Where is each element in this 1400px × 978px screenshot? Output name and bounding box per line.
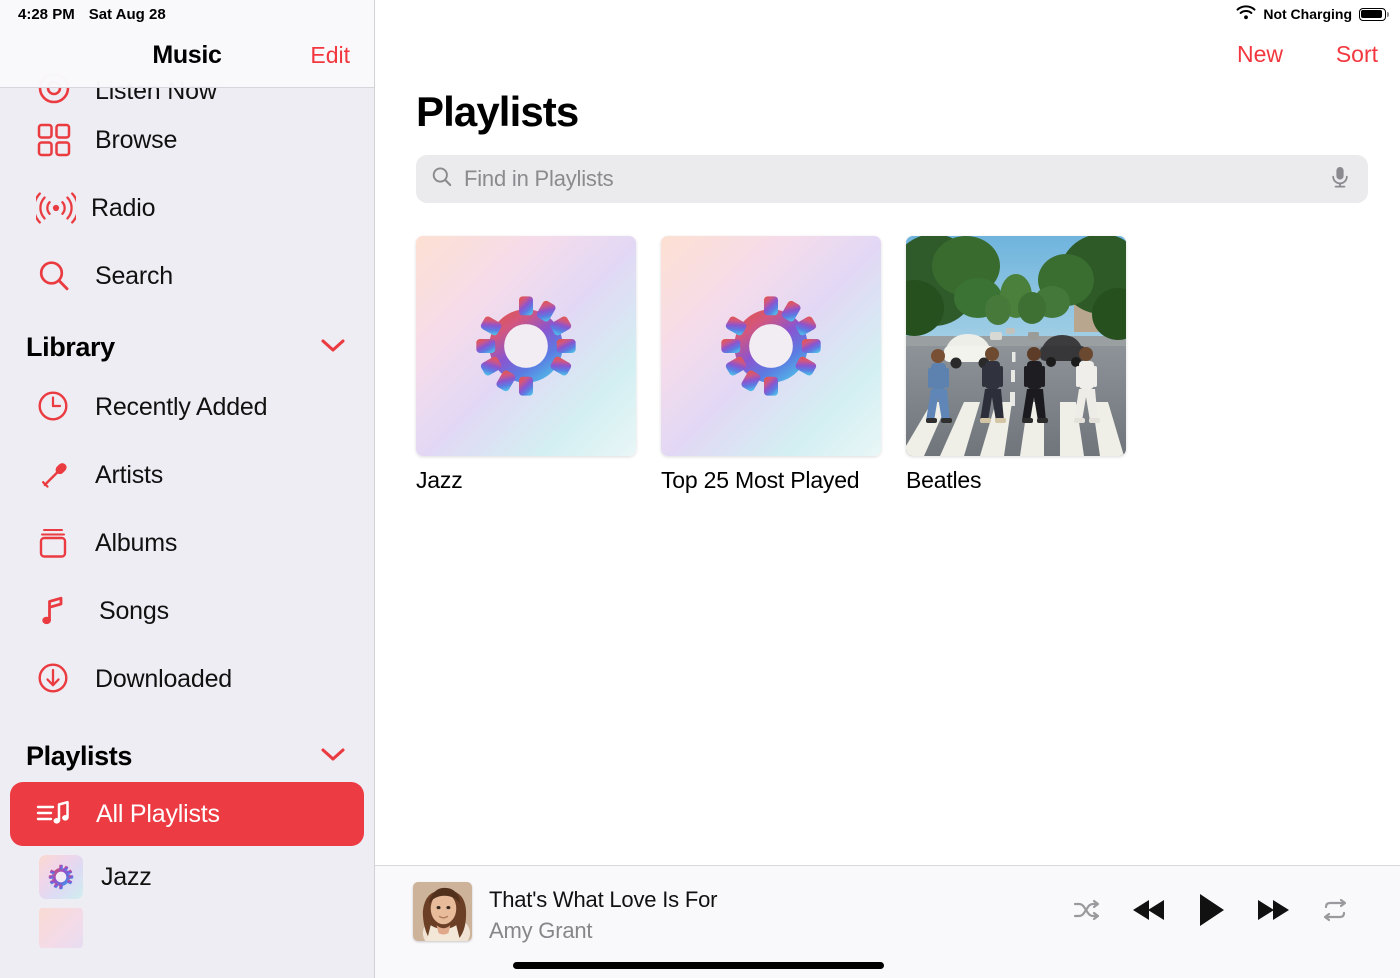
- section-title: Library: [26, 332, 115, 362]
- music-note-icon: [36, 593, 86, 629]
- sidebar-item-search[interactable]: Search: [10, 242, 364, 310]
- sidebar-item-label: Recently Added: [95, 392, 268, 421]
- search-placeholder: Find in Playlists: [464, 166, 614, 191]
- sidebar-item-recently-added[interactable]: Recently Added: [10, 373, 364, 441]
- now-playing-title: That's What Love Is For: [489, 887, 718, 912]
- rewind-icon: [1131, 897, 1167, 928]
- sidebar-item-label: Browse: [95, 125, 178, 154]
- play-button[interactable]: [1180, 886, 1242, 938]
- fast-forward-icon: [1255, 897, 1291, 928]
- playlist-note-icon: [36, 799, 86, 829]
- repeat-icon: [1321, 898, 1349, 927]
- home-indicator[interactable]: [513, 962, 884, 969]
- sidebar-section-playlists[interactable]: Playlists: [0, 713, 374, 782]
- search-input[interactable]: Find in Playlists: [416, 155, 1368, 203]
- sidebar-item-radio[interactable]: Radio: [10, 174, 364, 242]
- abbey-road-album-artwork[interactable]: [906, 236, 1126, 456]
- sidebar-item-label: Downloaded: [95, 664, 232, 693]
- sidebar-item-label: Radio: [91, 193, 156, 222]
- search-magnifier-icon: [36, 258, 86, 294]
- playback-controls: [1056, 886, 1366, 938]
- sidebar-item-label: Artists: [95, 460, 164, 489]
- microphone-icon[interactable]: [1324, 164, 1356, 195]
- playlist-name: Jazz: [416, 467, 463, 493]
- previous-button[interactable]: [1118, 886, 1180, 938]
- content-page-title: Playlists: [416, 88, 579, 135]
- playlist-card-beatles[interactable]: Beatles: [906, 236, 1126, 494]
- next-button[interactable]: [1242, 886, 1304, 938]
- smart-playlist-gear-artwork[interactable]: [416, 236, 636, 456]
- search-magnifier-icon: [430, 165, 454, 194]
- sidebar-item-label: Jazz: [101, 862, 152, 891]
- sidebar-item-all-playlists[interactable]: All Playlists: [10, 782, 364, 846]
- music-app-screen: Listen Now Browse Radio Search Library R…: [0, 0, 1400, 978]
- now-playing-bar: That's What Love Is For Amy Grant: [375, 865, 1400, 978]
- edit-button[interactable]: Edit: [310, 42, 350, 69]
- sort-button[interactable]: Sort: [1336, 41, 1378, 68]
- playlist-thumbnail-partial: [36, 908, 86, 948]
- sidebar-scroll-area[interactable]: Listen Now Browse Radio Search Library R…: [0, 0, 374, 978]
- sidebar-item-label: Songs: [99, 596, 169, 625]
- new-playlist-button[interactable]: New: [1237, 41, 1283, 68]
- sidebar-item-browse[interactable]: Browse: [10, 106, 364, 174]
- browse-grid-icon: [36, 122, 86, 158]
- sidebar-item-downloaded[interactable]: Downloaded: [10, 645, 364, 713]
- main-toolbar: New Sort: [375, 0, 1400, 86]
- sidebar-item-albums[interactable]: Albums: [10, 509, 364, 577]
- amy-grant-album-artwork[interactable]: [413, 882, 472, 941]
- playlist-name: Top 25 Most Played: [661, 467, 860, 493]
- playlist-thumbnail: [36, 855, 86, 899]
- playlist-artwork-partial: [39, 908, 83, 948]
- sidebar-item-partial[interactable]: [10, 908, 364, 948]
- chevron-down-icon[interactable]: [320, 337, 346, 358]
- sidebar-header: Music Edit: [0, 0, 374, 88]
- radio-broadcast-icon: [36, 191, 86, 225]
- sidebar-item-songs[interactable]: Songs: [10, 577, 364, 645]
- playlist-name: Beatles: [906, 467, 982, 493]
- smart-playlist-gear-artwork[interactable]: [661, 236, 881, 456]
- main-content: New Sort Playlists Find in Playlists Jaz…: [375, 0, 1400, 978]
- repeat-button[interactable]: [1304, 886, 1366, 938]
- download-arrow-circle-icon: [36, 661, 86, 697]
- playlist-card-top-25-most-played[interactable]: Top 25 Most Played: [661, 236, 881, 494]
- clock-icon: [36, 389, 86, 425]
- section-title: Playlists: [26, 741, 132, 771]
- shuffle-button[interactable]: [1056, 886, 1118, 938]
- albums-stack-icon: [36, 525, 86, 561]
- shuffle-icon: [1073, 898, 1101, 927]
- sidebar-item-label: Albums: [95, 528, 178, 557]
- smart-playlist-gear-icon: [39, 855, 83, 899]
- microphone-icon: [36, 457, 86, 493]
- sidebar-section-library[interactable]: Library: [0, 310, 374, 373]
- sidebar-item-artists[interactable]: Artists: [10, 441, 364, 509]
- sidebar-item-label: All Playlists: [96, 799, 220, 828]
- playlist-card-jazz[interactable]: Jazz: [416, 236, 636, 494]
- now-playing-artist: Amy Grant: [489, 918, 593, 943]
- sidebar: Listen Now Browse Radio Search Library R…: [0, 0, 375, 978]
- sidebar-item-jazz[interactable]: Jazz: [10, 846, 364, 908]
- sidebar-item-label: Search: [95, 261, 174, 290]
- chevron-down-icon[interactable]: [320, 746, 346, 767]
- playlist-grid: Jazz Top 25 Most Played Beatles: [416, 236, 1370, 494]
- play-icon: [1196, 892, 1226, 933]
